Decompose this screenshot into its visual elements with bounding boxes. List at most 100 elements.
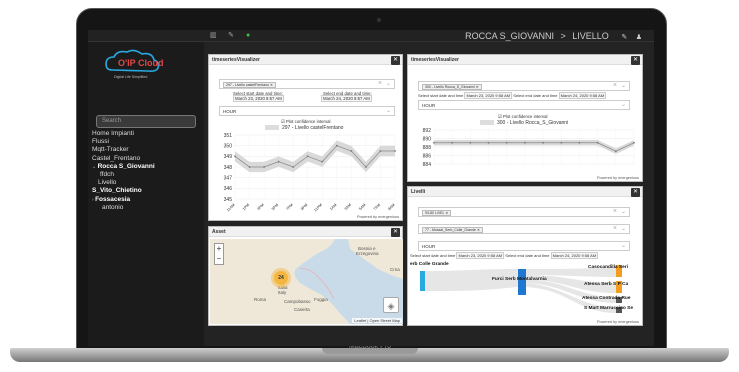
sankey-node[interactable] (518, 269, 526, 295)
sidebar-item-ffdch[interactable]: ffdch (88, 171, 204, 179)
chevron-down-icon[interactable]: ⌄ (621, 82, 626, 89)
clear-icon[interactable]: × (613, 225, 617, 232)
clear-icon[interactable]: × (613, 208, 617, 215)
marker-cluster[interactable]: 24 (274, 271, 288, 285)
data-point (263, 166, 265, 168)
map-view[interactable]: + − Bosnia e Erzegovina Crna Italia Italy… (210, 239, 403, 324)
panel-title: timeseriesVisualizer (209, 55, 402, 65)
expand-icon[interactable]: ✕ (391, 56, 400, 65)
chart-1: 345 346 347 348 349 350 351 11AM 1PM 3PM 5PM 7PM 9PM… (224, 133, 396, 213)
breadcrumb-page[interactable]: LIVELLO (572, 31, 609, 41)
data-point (633, 141, 635, 144)
chart-icon[interactable]: ▥ (210, 32, 217, 40)
chevron-down-icon[interactable]: ⌄ (621, 101, 626, 108)
interval-value: HOUR (422, 103, 436, 108)
end-date-input[interactable]: March 24, 2020 9:58 AM (558, 92, 607, 99)
sidebar-item-fossacesia[interactable]: › Fossacesia (88, 196, 204, 204)
breadcrumb-site[interactable]: ROCCA S_GIOVANNI (465, 31, 554, 41)
interval-value: HOUR (223, 109, 237, 114)
zoom-control[interactable]: + − (214, 243, 224, 265)
y-tick-label: 884 (423, 162, 432, 168)
data-point (379, 150, 382, 152)
sensor-tag[interactable]: 297 - Livello castelFrentano ✕ (223, 82, 276, 88)
sankey-label: erb Colle Grande (410, 262, 449, 267)
x-tick-label: 5AM (358, 203, 366, 211)
interval-select[interactable]: HOUR ⌄ (219, 106, 395, 116)
interval-select[interactable]: HOUR ⌄ (418, 241, 630, 251)
tools-icon[interactable]: ✎ (228, 32, 234, 40)
sidebar-item-home[interactable]: Home Impianti (88, 130, 204, 138)
data-point (451, 141, 454, 144)
data-point (394, 150, 396, 152)
chevron-down-icon[interactable]: ⌄ (386, 80, 391, 87)
sensor-select[interactable]: 300 - Livello Rocca_S_Giovanni ✕ × ⌄ (418, 81, 630, 91)
zoom-in-button[interactable]: + (215, 244, 223, 254)
chevron-down-icon[interactable]: ⌄ (386, 107, 391, 114)
sankey-node[interactable] (420, 271, 425, 291)
data-point (542, 141, 544, 144)
sidebar-item-livello[interactable]: Livello (88, 179, 204, 187)
sankey-label: Atessa Contrada Rue (582, 296, 631, 301)
camera-icon (377, 18, 381, 22)
sensor-tag-label: 77 - Mossai_Serb_Colle_Grande (425, 228, 476, 232)
data-point (306, 155, 309, 158)
sidebar-item-castel-frentano[interactable]: Castel_Frentano (88, 155, 204, 163)
sensor-tag[interactable]: 300 - Livello Rocca_S_Giovanni ✕ (422, 84, 482, 90)
end-date-input[interactable]: March 24, 2020 9:57 AM (321, 95, 372, 102)
start-date-input[interactable]: March 23, 2020 9:57 AM (233, 95, 284, 102)
start-date-input[interactable]: March 23, 2020 9:58 AM (456, 252, 505, 259)
chevron-down-icon[interactable]: ⌄ (621, 225, 626, 232)
clear-icon[interactable]: × (613, 82, 617, 89)
sensor-select-2[interactable]: 77 - Mossai_Serb_Colle_Grande ✕ × ⌄ (418, 224, 630, 234)
sensor-tag-label: 300 - Livello Rocca_S_Giovanni (425, 85, 475, 89)
expand-icon[interactable]: ✕ (391, 228, 400, 237)
zoom-out-button[interactable]: − (215, 254, 223, 264)
sidebar-item-livello-label: Livello (98, 179, 117, 187)
sensor-tag-label: 297 - Livello castelFrentano (226, 83, 269, 87)
data-point (433, 141, 435, 144)
data-point (335, 144, 338, 147)
y-tick-label: 346 (224, 186, 233, 192)
x-tick-label: 5PM (271, 203, 279, 211)
end-date-input[interactable]: March 24, 2020 9:58 AM (550, 252, 599, 259)
powered-by: Powered by energenious (596, 320, 639, 324)
sankey-label: S Mart Marruccino Se (584, 306, 634, 311)
data-point (487, 141, 490, 144)
expand-icon[interactable]: ✕ (631, 56, 640, 65)
sidebar-item-rocca[interactable]: ⌄ Rocca S_Giovanni (88, 163, 204, 171)
confidence-label: Plot confidence interval (286, 119, 331, 124)
interval-select[interactable]: HOUR ⌄ (418, 100, 630, 110)
sidebar-item-antonio[interactable]: antonio (88, 204, 204, 212)
sensor-select-1[interactable]: 93-80 LIVEL ✕ × ⌄ (418, 207, 630, 217)
edit-icon[interactable]: ✎ (621, 34, 627, 41)
sidebar-item-flussi[interactable]: Flussi (88, 138, 204, 146)
user-icon[interactable]: ♟ (636, 34, 642, 41)
sensor-tag[interactable]: 77 - Mossai_Serb_Colle_Grande ✕ (422, 227, 483, 233)
data-point (365, 166, 367, 168)
layers-icon[interactable]: ◈ (383, 297, 399, 313)
sankey-label: Furci Serb Montalvarnia (492, 277, 547, 282)
chevron-down-icon[interactable]: ⌄ (621, 242, 626, 249)
sidebar-item-s-vito[interactable]: S_Vito_Chietino (88, 187, 204, 195)
y-tick-label: 347 (224, 175, 233, 181)
map-attribution[interactable]: Leaflet | Open Street Map (352, 318, 402, 323)
panel-title: Asset (209, 227, 402, 237)
x-tick-label: 9PM (300, 203, 308, 211)
sensor-select[interactable]: 297 - Livello castelFrentano ✕ × ⌄ (219, 79, 395, 89)
start-date-input[interactable]: March 23, 2020 9:58 AM (464, 92, 513, 99)
x-tick-label: 1PM (242, 203, 250, 211)
chevron-down-icon[interactable]: ⌄ (621, 208, 626, 215)
data-point (321, 160, 324, 163)
confidence-label: Plot confidence interval (503, 114, 548, 119)
clear-icon[interactable]: × (378, 80, 382, 87)
sensor-tag[interactable]: 93-80 LIVEL ✕ (422, 210, 452, 216)
expand-icon[interactable]: ✕ (631, 188, 640, 197)
data-point (505, 141, 508, 144)
sidebar-item-mqtt-tracker[interactable]: Mqtt-Tracker (88, 146, 204, 154)
search-input[interactable]: Search (96, 115, 196, 128)
powered-by: Powered by energenious (596, 176, 639, 180)
logo: O'IP Cloud Digital Life Simplified (105, 49, 163, 79)
panel-title: timeseriesVisualizer (408, 55, 642, 65)
timeseries-panel-2: timeseriesVisualizer ✕ 300 - Livello Roc… (407, 54, 643, 182)
map-label: Crna (390, 267, 400, 272)
